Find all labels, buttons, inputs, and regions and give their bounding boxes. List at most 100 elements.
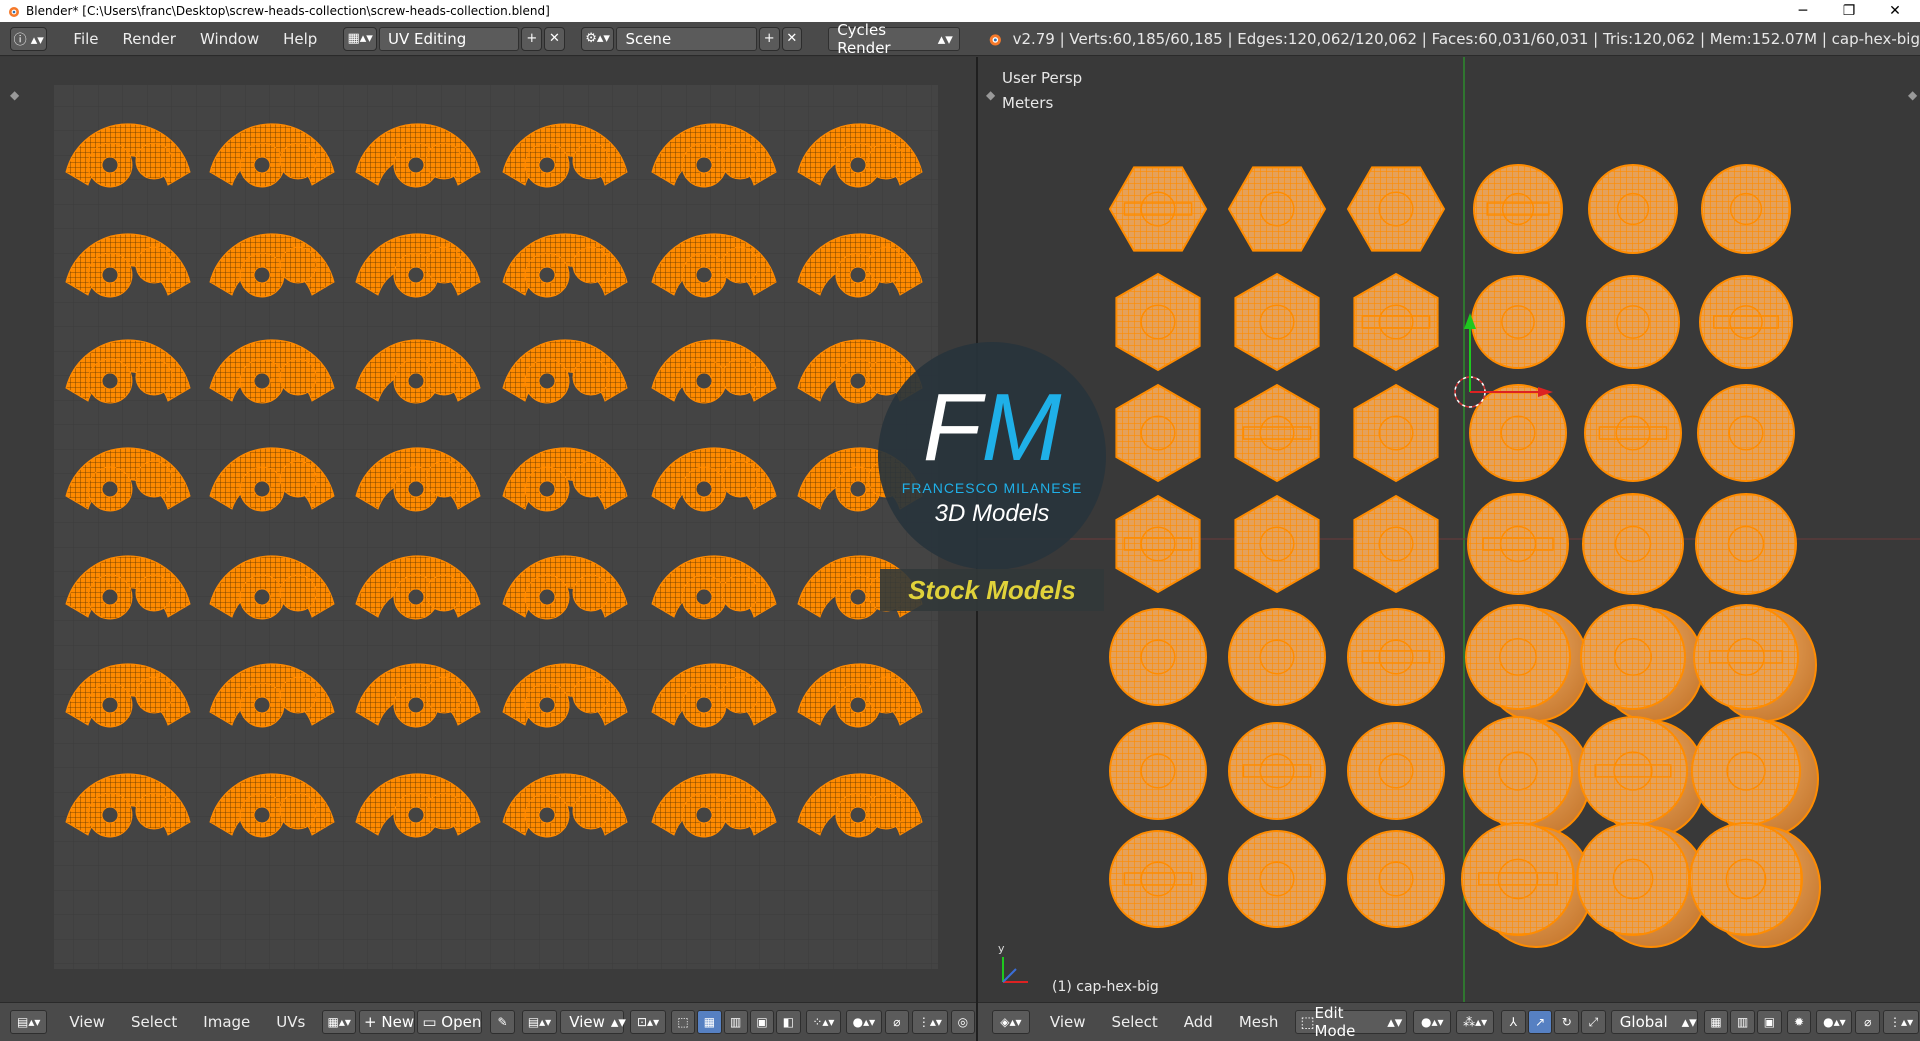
screw-head-mesh[interactable] bbox=[1109, 722, 1207, 820]
screw-head-mesh[interactable] bbox=[1586, 275, 1680, 369]
screw-head-mesh[interactable] bbox=[1109, 830, 1207, 928]
screw-head-meshes[interactable] bbox=[1108, 164, 1821, 948]
shading-icon[interactable]: ●▴▾ bbox=[1413, 1010, 1452, 1034]
manipulator-toggle-icon[interactable]: ⅄ bbox=[1501, 1010, 1526, 1034]
screw-head-mesh[interactable] bbox=[1695, 493, 1797, 595]
rotate-manipulator-icon[interactable]: ↻ bbox=[1554, 1010, 1580, 1034]
translate-manipulator-icon[interactable]: ↗ bbox=[1527, 1010, 1553, 1034]
screw-head-mesh[interactable] bbox=[1108, 166, 1208, 252]
uv-menu-view[interactable]: View bbox=[56, 1013, 118, 1031]
editor-type-uv-icon[interactable]: ▤▴▾ bbox=[10, 1010, 48, 1034]
vertex-select-icon[interactable]: ▦ bbox=[697, 1010, 722, 1034]
proportional-edit-icon[interactable]: ●▴▾ bbox=[846, 1010, 882, 1034]
add-scene-icon[interactable]: + bbox=[758, 26, 780, 51]
screw-head-mesh[interactable] bbox=[1691, 716, 1819, 838]
uv-editor[interactable]: ◆ bbox=[0, 57, 976, 1002]
image-browse-icon[interactable]: ▦▴▾ bbox=[322, 1010, 357, 1034]
screw-head-mesh[interactable] bbox=[1347, 830, 1445, 928]
pivot-point-icon[interactable]: ⁂▴▾ bbox=[1456, 1010, 1495, 1034]
screw-head-mesh[interactable] bbox=[1697, 384, 1795, 482]
minimize-button[interactable]: ─ bbox=[1780, 0, 1826, 22]
screw-head-mesh[interactable] bbox=[1228, 608, 1326, 706]
overlay-icon[interactable]: ◎ bbox=[950, 1010, 975, 1034]
snap-target-icon[interactable]: ⋮▴▾ bbox=[1883, 1010, 1920, 1034]
orientation-select[interactable]: Global ▴▾ bbox=[1610, 1010, 1698, 1034]
new-image-button[interactable]: + New bbox=[359, 1010, 416, 1034]
screw-head-mesh[interactable] bbox=[1353, 383, 1439, 483]
screw-head-mesh[interactable] bbox=[1699, 275, 1793, 369]
add-layout-icon[interactable]: + bbox=[521, 26, 543, 51]
view-mode-select[interactable]: View ▴▾ bbox=[560, 1010, 626, 1034]
uv-menu-uvs[interactable]: UVs bbox=[263, 1013, 318, 1031]
scene-field[interactable]: Scene bbox=[616, 26, 757, 51]
vertex-mode-icon[interactable]: ▦ bbox=[1703, 1010, 1729, 1034]
uv-canvas[interactable]: ◆ bbox=[0, 57, 976, 1002]
vp-menu-mesh[interactable]: Mesh bbox=[1226, 1013, 1292, 1031]
screw-head-mesh[interactable] bbox=[1115, 383, 1201, 483]
island-select-icon[interactable]: ◧ bbox=[776, 1010, 801, 1034]
screw-head-mesh[interactable] bbox=[1109, 608, 1207, 706]
screw-head-mesh[interactable] bbox=[1576, 822, 1708, 948]
vp-menu-select[interactable]: Select bbox=[1099, 1013, 1171, 1031]
view-mode-icon[interactable]: ▤▴▾ bbox=[521, 1010, 558, 1034]
viewport-canvas[interactable]: y ◆ ◆ bbox=[978, 57, 1920, 1002]
proportional-editing-icon[interactable]: ●▴▾ bbox=[1816, 1010, 1853, 1034]
screw-head-mesh[interactable] bbox=[1467, 493, 1569, 595]
screen-layout-icon[interactable]: ▦▴▾ bbox=[343, 26, 377, 51]
vp-menu-view[interactable]: View bbox=[1037, 1013, 1099, 1031]
edge-select-icon[interactable]: ▥ bbox=[723, 1010, 748, 1034]
screw-head-mesh[interactable] bbox=[1580, 604, 1704, 722]
panel-toggle-right-icon[interactable]: ◆ bbox=[1908, 88, 1918, 102]
scale-manipulator-icon[interactable]: ⤢ bbox=[1581, 1010, 1606, 1034]
screw-head-mesh[interactable] bbox=[1469, 384, 1567, 482]
screw-head-mesh[interactable] bbox=[1471, 275, 1565, 369]
mode-select[interactable]: ⬚ Edit Mode ▴▾ bbox=[1295, 1004, 1408, 1040]
screen-layout-field[interactable]: UV Editing bbox=[378, 26, 520, 51]
sticky-mode-icon[interactable]: ⁘▴▾ bbox=[805, 1010, 842, 1034]
screw-head-mesh[interactable] bbox=[1584, 384, 1682, 482]
snap-icon[interactable]: ⌀ bbox=[884, 1010, 910, 1034]
screw-head-mesh[interactable] bbox=[1461, 822, 1593, 948]
uv-menu-image[interactable]: Image bbox=[190, 1013, 263, 1031]
menu-render[interactable]: Render bbox=[111, 30, 188, 48]
restore-button[interactable]: ❐ bbox=[1826, 0, 1872, 22]
uv-menu-select[interactable]: Select bbox=[118, 1013, 190, 1031]
scene-icon[interactable]: ⚙▴▾ bbox=[580, 26, 615, 51]
screw-head-mesh[interactable] bbox=[1582, 493, 1684, 595]
screw-head-mesh[interactable] bbox=[1689, 822, 1821, 948]
screw-head-mesh[interactable] bbox=[1115, 272, 1201, 372]
render-engine-select[interactable]: Cycles Render ▴▾ bbox=[828, 21, 960, 57]
screw-head-mesh[interactable] bbox=[1234, 383, 1320, 483]
screw-head-mesh[interactable] bbox=[1465, 604, 1589, 722]
screw-head-mesh[interactable] bbox=[1701, 164, 1791, 254]
screw-head-mesh[interactable] bbox=[1228, 830, 1326, 928]
pin-icon[interactable]: ✎ bbox=[490, 1010, 515, 1034]
screw-head-mesh[interactable] bbox=[1234, 272, 1320, 372]
screw-head-mesh[interactable] bbox=[1346, 166, 1446, 252]
screw-head-mesh[interactable] bbox=[1115, 494, 1201, 594]
3d-viewport[interactable]: y ◆ ◆ User Persp Meters (1) cap-hex-big bbox=[978, 57, 1920, 1002]
screw-head-mesh[interactable] bbox=[1227, 166, 1327, 252]
screw-head-mesh[interactable] bbox=[1353, 272, 1439, 372]
snap-element-icon[interactable]: ⋮▴▾ bbox=[912, 1010, 948, 1034]
sync-selection-icon[interactable]: ⬚ bbox=[670, 1010, 696, 1034]
menu-file[interactable]: File bbox=[61, 30, 110, 48]
menu-help[interactable]: Help bbox=[271, 30, 329, 48]
screw-head-mesh[interactable] bbox=[1234, 494, 1320, 594]
screw-head-mesh[interactable] bbox=[1473, 164, 1563, 254]
screw-head-mesh[interactable] bbox=[1347, 608, 1445, 706]
editor-type-3d-icon[interactable]: ◈▴▾ bbox=[992, 1010, 1030, 1034]
screw-head-mesh[interactable] bbox=[1228, 722, 1326, 820]
screw-head-mesh[interactable] bbox=[1353, 494, 1439, 594]
panel-toggle-left-icon[interactable]: ◆ bbox=[10, 88, 20, 102]
screw-head-mesh[interactable] bbox=[1578, 716, 1706, 838]
remove-scene-icon[interactable]: ✕ bbox=[781, 26, 803, 51]
screw-head-mesh[interactable] bbox=[1693, 604, 1817, 722]
occlude-geometry-icon[interactable]: ✹ bbox=[1786, 1010, 1812, 1034]
screw-head-mesh[interactable] bbox=[1588, 164, 1678, 254]
menu-window[interactable]: Window bbox=[188, 30, 271, 48]
edge-mode-icon[interactable]: ▥ bbox=[1730, 1010, 1756, 1034]
open-image-button[interactable]: ▭ Open bbox=[417, 1010, 483, 1034]
remove-layout-icon[interactable]: ✕ bbox=[544, 26, 565, 51]
snap-magnet-icon[interactable]: ⌀ bbox=[1855, 1010, 1881, 1034]
